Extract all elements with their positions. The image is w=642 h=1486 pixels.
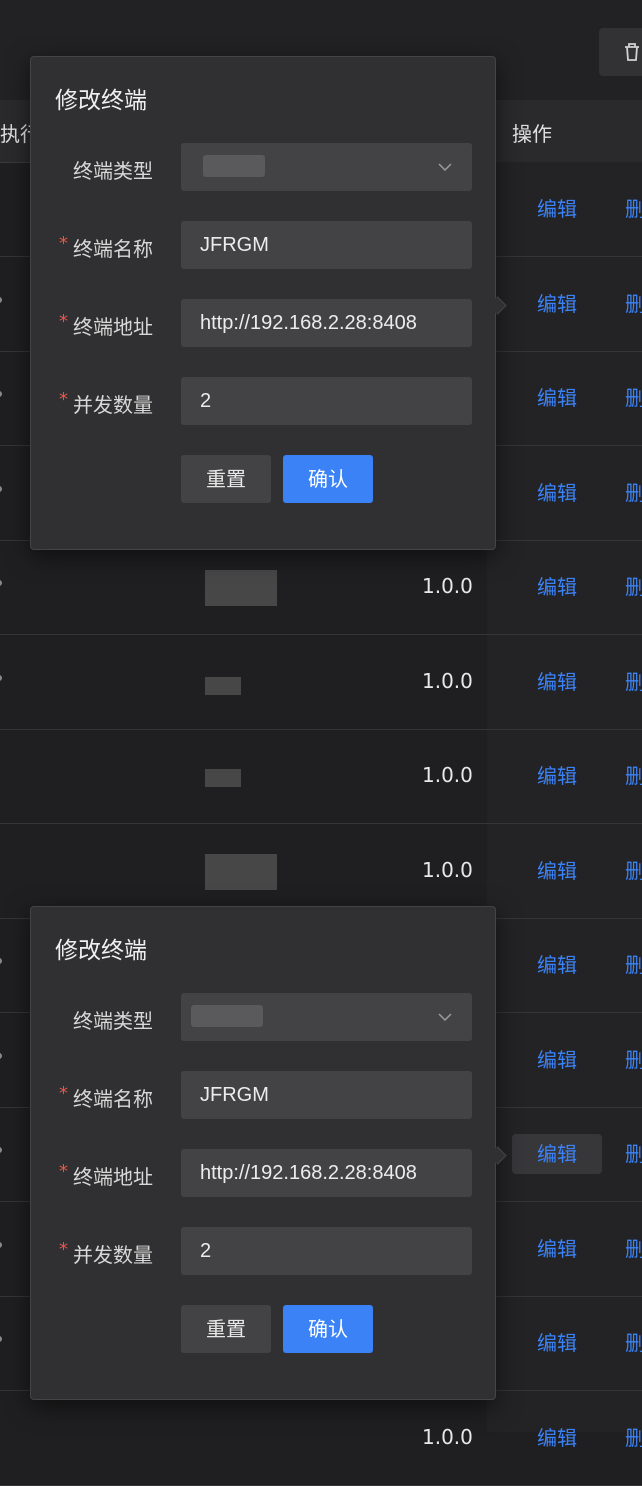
- edit-link[interactable]: 编辑: [512, 1040, 602, 1080]
- delete-link[interactable]: 删: [625, 473, 642, 513]
- row-indicator: [0, 1147, 2, 1153]
- confirm-button[interactable]: 确认: [283, 455, 373, 503]
- delete-link[interactable]: 删: [625, 945, 642, 985]
- reset-button[interactable]: 重置: [181, 1305, 271, 1353]
- form-row-type: 终端类型: [31, 993, 497, 1041]
- edit-link[interactable]: 编辑: [512, 1229, 602, 1269]
- redacted-cell: [205, 677, 241, 695]
- form-row-address: * 终端地址 http://192.168.2.28:8408: [31, 299, 497, 347]
- delete-link[interactable]: 删: [625, 662, 642, 702]
- delete-link[interactable]: 删: [625, 378, 642, 418]
- version-cell: 1.0.0: [422, 858, 473, 882]
- edit-link[interactable]: 编辑: [512, 378, 602, 418]
- version-cell: 1.0.0: [422, 763, 473, 787]
- edit-link[interactable]: 编辑: [512, 662, 602, 702]
- delete-link[interactable]: 删: [625, 1418, 642, 1458]
- row-indicator: [0, 675, 2, 681]
- edit-terminal-popover: 修改终端 终端类型 * 终端名称 JFRGM * 终端地址 http://192…: [30, 906, 507, 1400]
- field-label: 并发数量: [73, 393, 153, 417]
- redacted-value: [203, 155, 265, 177]
- table-row: 1.0.0 编辑 删: [0, 729, 642, 824]
- field-label: 终端类型: [73, 159, 153, 183]
- form-row-name: * 终端名称 JFRGM: [31, 221, 497, 269]
- field-label: 终端地址: [73, 1165, 153, 1189]
- form-row-address: * 终端地址 http://192.168.2.28:8408: [31, 1149, 497, 1197]
- form-row-concurrency: * 并发数量 2: [31, 1227, 497, 1275]
- redacted-cell: [205, 570, 277, 606]
- delete-link[interactable]: 删: [625, 1040, 642, 1080]
- terminal-address-input[interactable]: http://192.168.2.28:8408: [181, 299, 472, 347]
- edit-link[interactable]: 编辑: [512, 1418, 602, 1458]
- form-row-type: 终端类型: [31, 143, 497, 191]
- form-row-concurrency: * 并发数量 2: [31, 377, 497, 425]
- terminal-type-select[interactable]: [181, 143, 472, 191]
- table-row: 1.0.0 编辑 删: [0, 635, 642, 730]
- required-mark: *: [59, 1161, 68, 1182]
- form-actions: 重置 确认: [31, 1305, 497, 1353]
- table-row: 1.0.0 编辑 删: [0, 540, 642, 635]
- field-label: 终端名称: [73, 237, 153, 261]
- terminal-name-input[interactable]: JFRGM: [181, 221, 472, 269]
- delete-batch-button[interactable]: [599, 28, 642, 76]
- row-indicator: [0, 958, 2, 964]
- confirm-button[interactable]: 确认: [283, 1305, 373, 1353]
- column-header-operation: 操作: [512, 122, 552, 146]
- edit-link[interactable]: 编辑: [512, 945, 602, 985]
- edit-link[interactable]: 编辑: [512, 473, 602, 513]
- delete-link[interactable]: 删: [625, 1229, 642, 1269]
- field-label: 终端地址: [73, 315, 153, 339]
- edit-link[interactable]: 编辑: [512, 851, 602, 891]
- edit-link[interactable]: 编辑: [512, 756, 602, 796]
- redacted-cell: [205, 854, 277, 890]
- required-mark: *: [59, 311, 68, 332]
- delete-link[interactable]: 删: [625, 1134, 642, 1174]
- row-indicator: [0, 486, 2, 492]
- row-indicator: [0, 391, 2, 397]
- concurrency-input[interactable]: 2: [181, 1227, 472, 1275]
- chevron-down-icon: [438, 1013, 452, 1021]
- required-mark: *: [59, 1239, 68, 1260]
- redacted-value: [191, 1005, 263, 1027]
- delete-link[interactable]: 删: [625, 284, 642, 324]
- terminal-type-select[interactable]: [181, 993, 472, 1041]
- field-label: 终端类型: [73, 1009, 153, 1033]
- row-indicator: [0, 1336, 2, 1342]
- row-indicator: [0, 1053, 2, 1059]
- popover-title: 修改终端: [55, 88, 147, 114]
- reset-button[interactable]: 重置: [181, 455, 271, 503]
- version-cell: 1.0.0: [422, 574, 473, 598]
- concurrency-input[interactable]: 2: [181, 377, 472, 425]
- row-indicator: [0, 580, 2, 586]
- edit-link-active[interactable]: 编辑: [512, 1134, 602, 1174]
- table-row: 1.0.0 编辑 删: [0, 824, 642, 919]
- delete-link[interactable]: 删: [625, 851, 642, 891]
- delete-link[interactable]: 删: [625, 756, 642, 796]
- row-indicator: [0, 297, 2, 303]
- edit-link[interactable]: 编辑: [512, 1323, 602, 1363]
- field-label: 并发数量: [73, 1243, 153, 1267]
- required-mark: *: [59, 233, 68, 254]
- row-indicator: [0, 1242, 2, 1248]
- trash-icon: [625, 43, 639, 61]
- delete-link[interactable]: 删: [625, 567, 642, 607]
- edit-link[interactable]: 编辑: [512, 189, 602, 229]
- delete-link[interactable]: 删: [625, 1323, 642, 1363]
- terminal-name-input[interactable]: JFRGM: [181, 1071, 472, 1119]
- form-actions: 重置 确认: [31, 455, 497, 503]
- required-mark: *: [59, 389, 68, 410]
- edit-link[interactable]: 编辑: [512, 567, 602, 607]
- required-mark: *: [59, 1083, 68, 1104]
- version-cell: 1.0.0: [422, 669, 473, 693]
- terminal-address-input[interactable]: http://192.168.2.28:8408: [181, 1149, 472, 1197]
- redacted-cell: [205, 769, 241, 787]
- field-label: 终端名称: [73, 1087, 153, 1111]
- edit-terminal-popover: 修改终端 终端类型 * 终端名称 JFRGM * 终端地址 http://192…: [30, 56, 507, 550]
- delete-link[interactable]: 删: [625, 189, 642, 229]
- chevron-down-icon: [438, 163, 452, 171]
- popover-title: 修改终端: [55, 938, 147, 964]
- version-cell: 1.0.0: [422, 1425, 473, 1449]
- edit-link[interactable]: 编辑: [512, 284, 602, 324]
- form-row-name: * 终端名称 JFRGM: [31, 1071, 497, 1119]
- table-row: 1.0.0 编辑 删: [0, 1391, 642, 1486]
